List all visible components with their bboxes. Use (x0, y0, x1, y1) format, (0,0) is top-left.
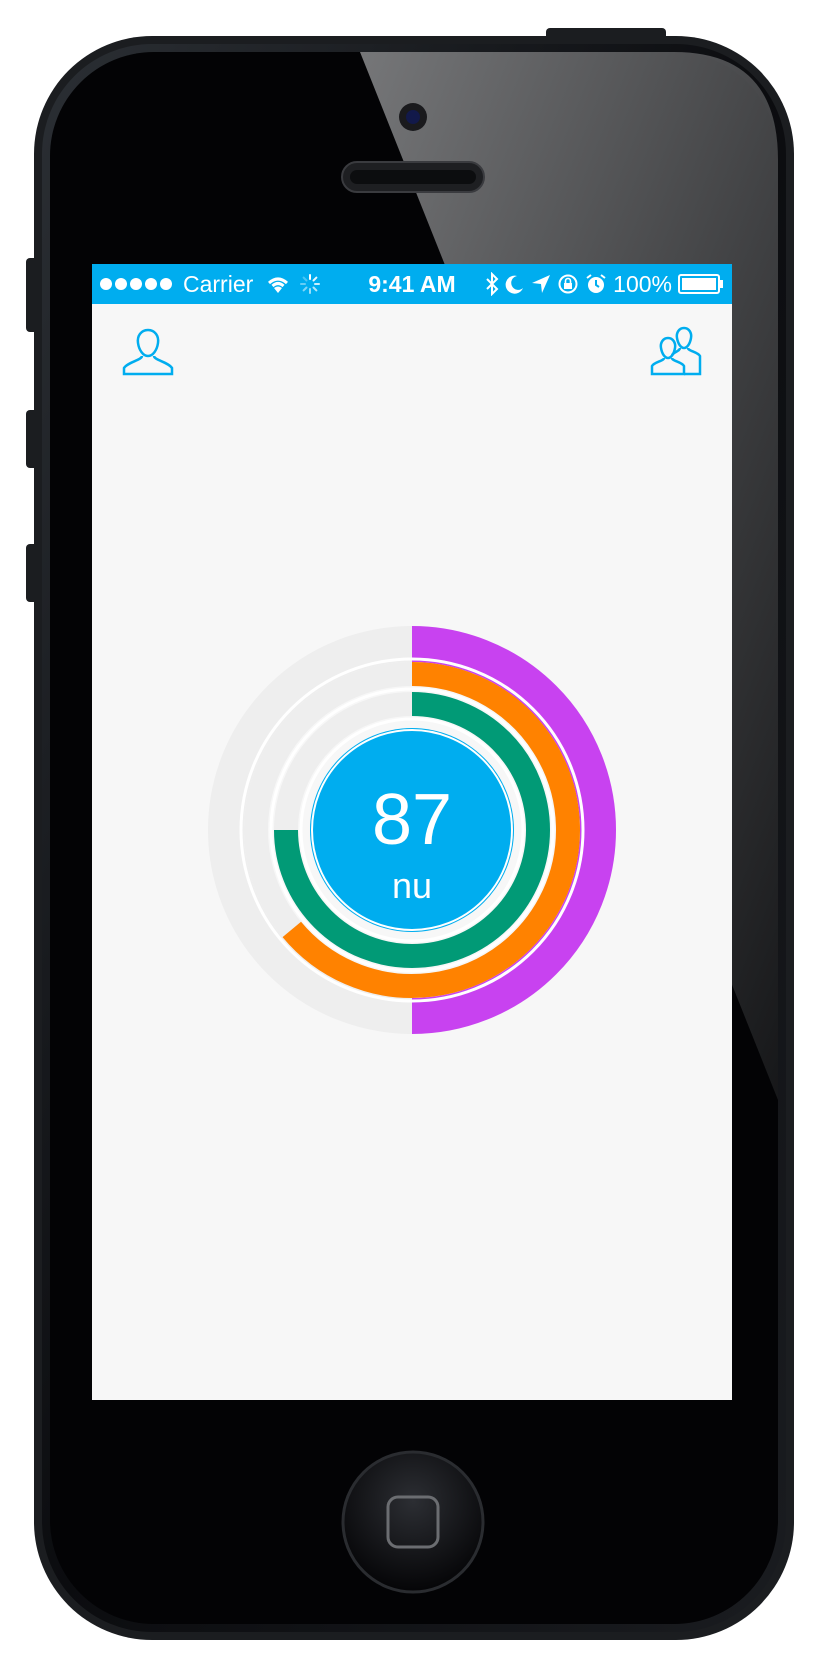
home-button[interactable] (341, 1450, 485, 1594)
center-unit: nu (391, 865, 433, 906)
center-value: 87 (371, 780, 453, 860)
app-screen: Carrier 9:41 AM 100% 87 nu (92, 264, 732, 1400)
